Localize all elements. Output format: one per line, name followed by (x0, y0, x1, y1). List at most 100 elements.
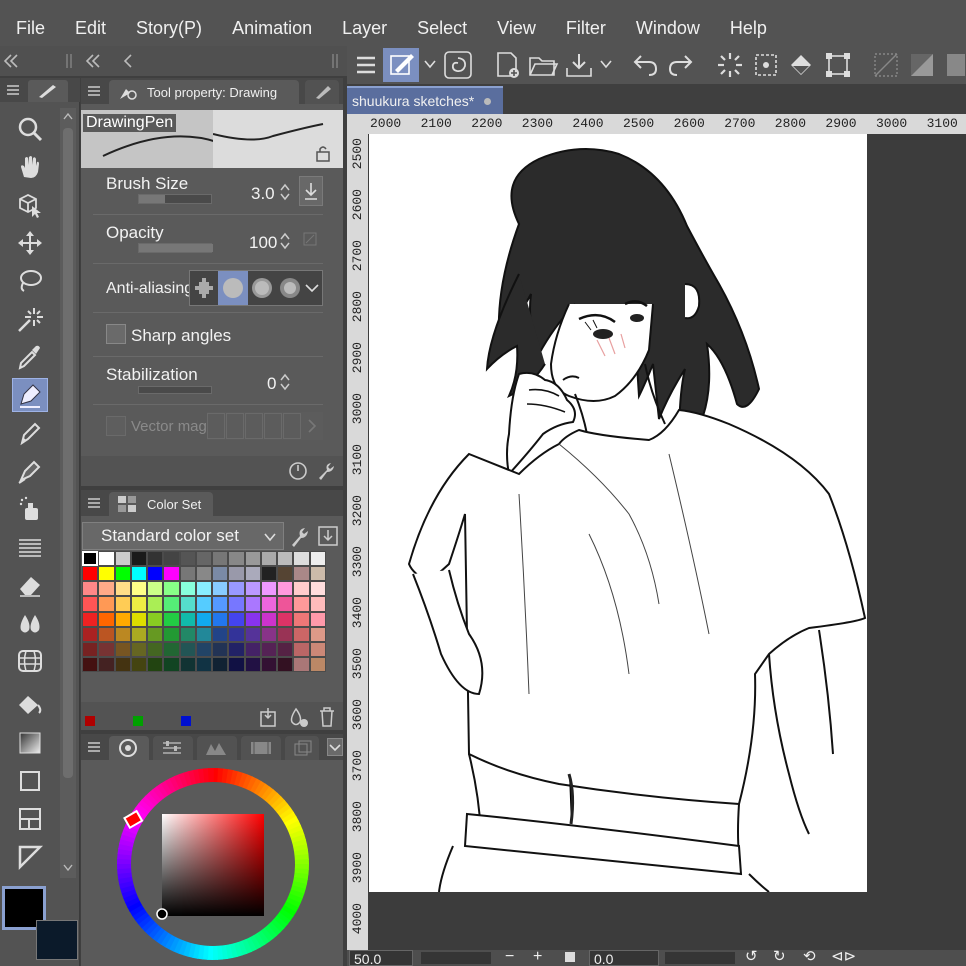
color-swatch[interactable] (82, 611, 99, 627)
stabilization-value[interactable]: 0 (267, 374, 276, 394)
wrench-icon[interactable] (287, 523, 311, 549)
color-swatch[interactable] (163, 566, 180, 582)
menu-select[interactable]: Select (401, 0, 481, 46)
color-swatch[interactable] (244, 566, 261, 582)
eyedropper-tool[interactable] (12, 340, 48, 374)
color-swatch[interactable] (179, 566, 196, 582)
color-swatch[interactable] (82, 641, 99, 657)
save-icon[interactable] (563, 50, 595, 80)
color-swatch[interactable] (277, 611, 294, 627)
color-swatch[interactable] (228, 551, 245, 567)
clear-icon[interactable] (715, 50, 745, 80)
color-swatch[interactable] (82, 596, 99, 612)
selection-transparent-icon[interactable] (907, 50, 937, 80)
color-swatch[interactable] (114, 626, 131, 642)
chevron-down-icon[interactable] (304, 281, 320, 295)
frame-tool[interactable] (12, 802, 48, 836)
color-swatch[interactable] (163, 611, 180, 627)
import-icon[interactable] (317, 523, 339, 549)
vector-magnet-option[interactable] (245, 413, 263, 439)
color-swatch[interactable] (114, 551, 131, 567)
color-swatch[interactable] (212, 611, 229, 627)
airbrush-tool[interactable] (12, 492, 48, 526)
hue-segment[interactable] (207, 768, 214, 783)
wrench-icon[interactable] (315, 460, 337, 482)
color-swatch[interactable] (82, 626, 99, 642)
color-swatch[interactable] (82, 656, 99, 672)
menu-layer[interactable]: Layer (326, 0, 401, 46)
color-swatch[interactable] (114, 611, 131, 627)
color-swatch[interactable] (163, 551, 180, 567)
color-swatch[interactable] (195, 611, 213, 627)
hand-tool[interactable] (12, 150, 48, 184)
color-swatch[interactable] (244, 656, 261, 672)
tab-layer-property[interactable] (285, 736, 319, 760)
recent-color-swatch[interactable] (85, 716, 95, 726)
color-swatch[interactable] (244, 551, 261, 567)
brush-size-pressure-button[interactable] (299, 176, 323, 206)
zoom-field[interactable]: 50.0 (349, 950, 413, 966)
color-swatch[interactable] (147, 656, 164, 672)
horizontal-ruler[interactable]: 2000 2100 2200 2300 2400 2500 2600 2700 2800 2900… (368, 114, 966, 134)
color-swatch[interactable] (179, 626, 196, 642)
pencil-tool[interactable] (12, 416, 48, 450)
color-swatch[interactable] (228, 656, 245, 672)
color-swatch[interactable] (195, 626, 213, 642)
color-swatch[interactable] (260, 551, 278, 567)
recent-color-swatch[interactable] (181, 716, 191, 726)
menu-file[interactable]: File (0, 0, 59, 46)
replace-color-icon[interactable] (259, 706, 279, 728)
color-swatch[interactable] (293, 611, 310, 627)
hue-segment[interactable] (294, 858, 309, 865)
color-swatch[interactable] (228, 566, 245, 582)
open-folder-icon[interactable] (527, 50, 559, 80)
color-swatch[interactable] (309, 611, 326, 627)
color-swatch[interactable] (82, 581, 99, 597)
color-swatch[interactable] (293, 641, 310, 657)
color-swatch[interactable] (147, 641, 164, 657)
color-swatch[interactable] (163, 581, 180, 597)
brush-tool[interactable] (12, 454, 48, 488)
color-swatch[interactable] (147, 581, 164, 597)
chevron-right-icon[interactable] (305, 418, 319, 434)
color-swatch[interactable] (179, 581, 196, 597)
color-swatch[interactable] (244, 641, 261, 657)
hamburger-icon[interactable] (355, 54, 377, 76)
color-swatch[interactable] (244, 581, 261, 597)
menu-view[interactable]: View (481, 0, 550, 46)
color-swatch[interactable] (98, 611, 115, 627)
zoom-tool[interactable] (12, 112, 48, 146)
color-swatch[interactable] (309, 551, 326, 567)
zoom-in-icon[interactable]: + (533, 948, 542, 966)
selection-color-icon[interactable] (943, 50, 965, 80)
panel-menu-icon[interactable] (87, 497, 101, 509)
brush-size-slider[interactable] (138, 194, 212, 204)
tab-sub-tool-detail[interactable] (305, 80, 339, 104)
color-swatch[interactable] (293, 626, 310, 642)
color-swatch[interactable] (130, 596, 148, 612)
color-swatch[interactable] (98, 641, 115, 657)
tool-bar-scrollbar[interactable] (60, 108, 76, 878)
tab-document[interactable]: shuukura sketches* (347, 86, 503, 114)
panel-menu-icon[interactable] (87, 741, 101, 753)
color-swatch[interactable] (212, 566, 229, 582)
sv-cursor[interactable] (156, 908, 168, 920)
recent-color-swatch[interactable] (133, 716, 143, 726)
color-swatch[interactable] (98, 656, 115, 672)
panel-menu-icon[interactable] (87, 85, 101, 97)
color-swatch[interactable] (277, 641, 294, 657)
flip-icon[interactable]: ⊲⊳ (831, 947, 856, 965)
color-swatch[interactable] (195, 596, 213, 612)
color-swatch[interactable] (195, 566, 213, 582)
color-swatch[interactable] (114, 641, 131, 657)
color-swatch[interactable] (293, 551, 310, 567)
chevron-left-icon[interactable] (122, 53, 134, 69)
color-swatch[interactable] (277, 581, 294, 597)
color-swatch[interactable] (179, 596, 196, 612)
vertical-ruler[interactable]: 2500 2600 2700 2800 2900 3000 3100 3200 3300 3400… (347, 114, 368, 950)
color-swatch[interactable] (260, 656, 278, 672)
color-swatch[interactable] (309, 656, 326, 672)
menu-edit[interactable]: Edit (59, 0, 120, 46)
sub-color-swatch[interactable] (36, 920, 78, 960)
fill-selection-icon[interactable] (787, 50, 819, 80)
